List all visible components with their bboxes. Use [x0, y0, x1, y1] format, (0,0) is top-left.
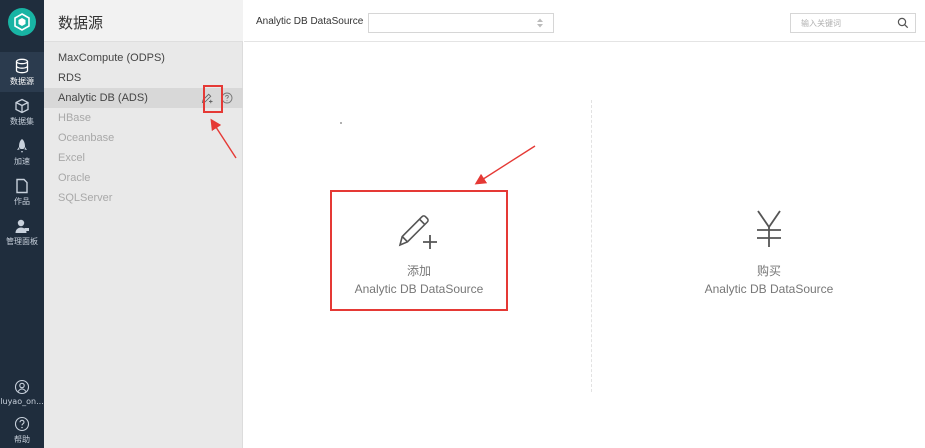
annotation-arrow-to-add-card — [474, 145, 536, 185]
yen-icon — [757, 210, 781, 247]
datasource-label: Oceanbase — [58, 132, 115, 144]
nav-item-dataset[interactable]: 数据集 — [0, 92, 44, 132]
buy-datasource-card[interactable]: 购买 Analytic DB DataSource — [680, 190, 858, 311]
pencil-plus-icon — [398, 215, 437, 249]
nav-item-label: 数据源 — [10, 76, 34, 86]
database-icon — [15, 58, 29, 73]
search-icon[interactable] — [897, 17, 909, 29]
datasource-item-maxcompute[interactable]: MaxCompute (ODPS) — [44, 48, 243, 68]
rocket-icon — [17, 138, 27, 153]
nav-item-admin[interactable]: 管理面板 — [0, 212, 44, 252]
search-box — [790, 13, 916, 33]
datasource-select[interactable] — [368, 13, 554, 33]
document-icon — [16, 178, 28, 193]
buy-card-subtitle: Analytic DB DataSource — [704, 282, 834, 296]
nav-rail: 数据源 数据集 加速 作品 管理面板 luyao_on... 帮助 — [0, 0, 44, 448]
admin-user-icon — [15, 219, 29, 233]
datasource-panel: 数据源 MaxCompute (ODPS) RDS Analytic DB (A… — [44, 0, 243, 448]
search-input[interactable] — [791, 14, 891, 32]
add-datasource-card[interactable]: 添加 Analytic DB DataSource — [330, 190, 508, 311]
user-icon — [14, 379, 30, 394]
app-logo-icon[interactable] — [8, 8, 36, 36]
datasource-item-oceanbase[interactable]: Oceanbase — [44, 128, 243, 148]
datasource-item-oracle[interactable]: Oracle — [44, 168, 243, 188]
nav-user[interactable]: luyao_on... — [0, 372, 44, 412]
datasource-label: SQLServer — [58, 192, 113, 204]
vertical-divider — [591, 100, 592, 392]
annotation-highlight-box — [203, 85, 223, 113]
datasource-label: MaxCompute (ODPS) — [58, 52, 165, 64]
sort-arrows-icon — [537, 18, 543, 28]
help-label: 帮助 — [14, 434, 30, 444]
datasource-label: Excel — [58, 152, 85, 164]
help-icon — [14, 416, 30, 431]
nav-item-accelerate[interactable]: 加速 — [0, 132, 44, 172]
datasource-item-excel[interactable]: Excel — [44, 148, 243, 168]
nav-item-datasource[interactable]: 数据源 — [0, 52, 44, 92]
datasource-label: Oracle — [58, 172, 91, 184]
datasource-label: RDS — [58, 72, 82, 84]
nav-help[interactable]: 帮助 — [0, 410, 44, 448]
nav-item-works[interactable]: 作品 — [0, 172, 44, 212]
add-card-subtitle: Analytic DB DataSource — [354, 282, 484, 296]
panel-title: 数据源 — [58, 14, 104, 32]
cube-icon — [15, 98, 29, 113]
nav-item-label: 数据集 — [10, 116, 34, 126]
buy-card-title: 购买 — [756, 264, 781, 278]
add-card-title: 添加 — [406, 264, 431, 278]
page-title: Analytic DB DataSource — [256, 16, 364, 27]
datasource-label: HBase — [58, 112, 92, 124]
datasource-label: Analytic DB (ADS) — [58, 92, 148, 104]
main-header: Analytic DB DataSource — [244, 0, 925, 42]
datasource-list: MaxCompute (ODPS) RDS Analytic DB (ADS) … — [44, 48, 243, 208]
user-name: luyao_on... — [0, 396, 44, 406]
stray-dot — [340, 122, 342, 124]
nav-item-label: 作品 — [14, 196, 30, 206]
nav-item-label: 加速 — [14, 156, 30, 166]
nav-item-label: 管理面板 — [6, 236, 38, 246]
datasource-item-sqlserver[interactable]: SQLServer — [44, 188, 243, 208]
